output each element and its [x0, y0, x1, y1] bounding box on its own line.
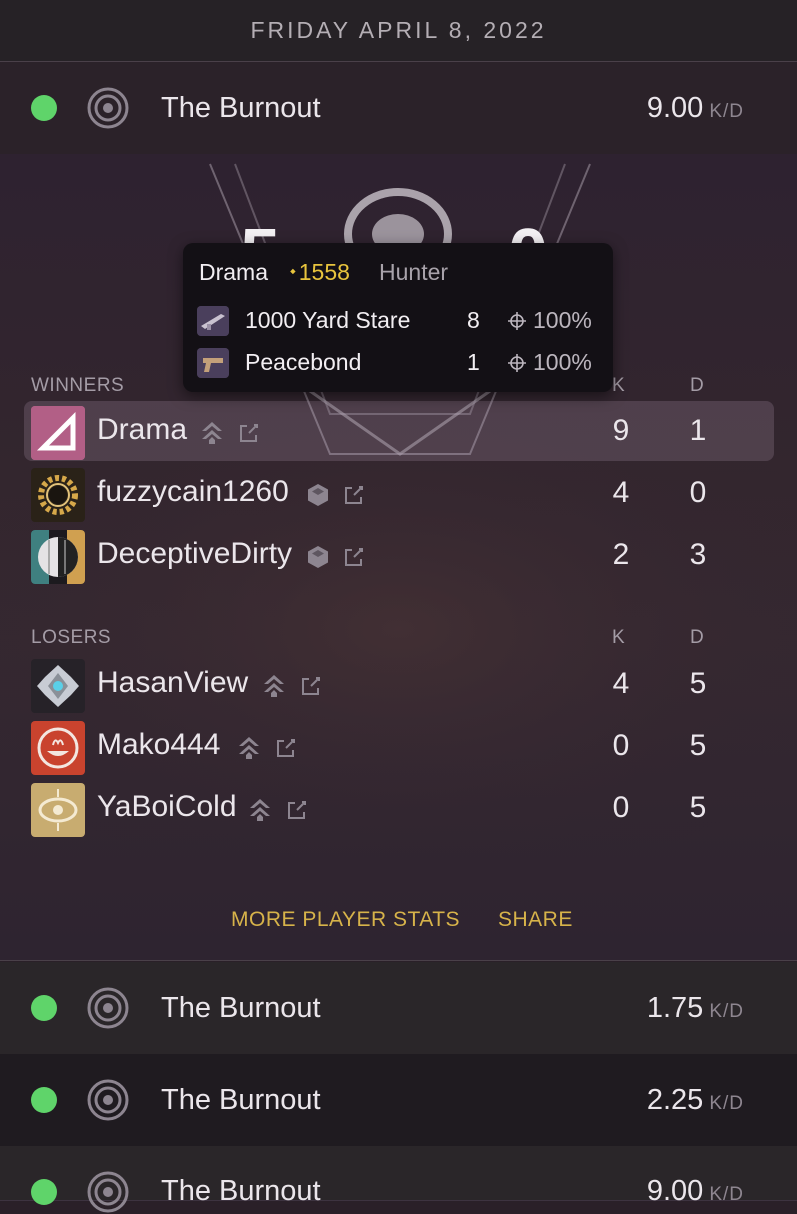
- deaths-column-header: D: [690, 375, 704, 396]
- map-name: The Burnout: [161, 1083, 321, 1116]
- player-emblem: [31, 659, 85, 713]
- kills-column-header: K: [612, 627, 625, 648]
- player-emblem: [31, 406, 85, 460]
- activity-row[interactable]: The Burnout 9.00 K/D: [0, 62, 797, 155]
- player-deaths: 5: [689, 667, 707, 700]
- map-name: The Burnout: [161, 1175, 321, 1207]
- winners-label: WINNERS: [31, 375, 125, 396]
- weapon-icon: [197, 348, 229, 378]
- hunter-class-icon: [250, 799, 270, 821]
- player-row-hasanview[interactable]: HasanView 4 5: [24, 654, 774, 714]
- player-name: Drama: [97, 413, 188, 446]
- crosshair-icon: [508, 353, 526, 372]
- more-player-stats-button[interactable]: MORE PLAYER STATS: [231, 908, 460, 932]
- player-kills: 4: [612, 476, 630, 509]
- external-link-icon[interactable]: [343, 484, 365, 506]
- player-kills: 9: [612, 414, 630, 447]
- player-name: DeceptiveDirty: [97, 537, 293, 570]
- date-text: FRIDAY APRIL 8, 2022: [250, 17, 547, 43]
- tooltip-class: Hunter: [379, 259, 449, 285]
- deaths-column-header: D: [690, 627, 704, 648]
- tooltip-player-name: Drama: [199, 259, 269, 285]
- player-row-yaboicold[interactable]: YaBoiCold 0 5: [24, 778, 774, 838]
- crosshair-icon: [508, 311, 526, 330]
- player-kills: 4: [612, 667, 630, 700]
- map-name: The Burnout: [161, 91, 321, 124]
- external-link-icon[interactable]: [238, 422, 260, 444]
- player-deaths: 5: [689, 729, 707, 762]
- player-row-drama[interactable]: Drama 9 1: [24, 401, 774, 461]
- light-icon: ⬩: [290, 263, 296, 280]
- crucible-mode-icon: [87, 1171, 129, 1213]
- activity-row[interactable]: The Burnout 9.00 K/D: [0, 1146, 797, 1213]
- share-button[interactable]: SHARE: [498, 908, 573, 932]
- player-emblem: [31, 530, 85, 584]
- player-deaths: 1: [689, 414, 707, 447]
- external-link-icon[interactable]: [286, 799, 308, 821]
- player-kills: 0: [612, 791, 630, 824]
- date-header: FRIDAY APRIL 8, 2022: [0, 0, 797, 62]
- status-dot: [31, 95, 57, 121]
- player-row-mako444[interactable]: Mako444 0 5: [24, 716, 774, 776]
- player-row-deceptivedirty[interactable]: DeceptiveDirty 2 3: [24, 525, 774, 585]
- tooltip-weapon-row: Peacebond 1 100%: [197, 347, 602, 379]
- status-dot: [31, 1179, 57, 1205]
- hunter-class-icon: [239, 737, 259, 759]
- weapon-name: Peacebond: [245, 349, 362, 375]
- crucible-mode-icon: [87, 87, 129, 129]
- external-link-icon[interactable]: [275, 737, 297, 759]
- external-link-icon[interactable]: [343, 546, 365, 568]
- player-tooltip: Drama ⬩ 1558 Hunter 1000 Yard Stare 8 100…: [183, 243, 613, 392]
- player-name: YaBoiCold: [97, 790, 237, 823]
- crucible-mode-icon: [87, 1079, 129, 1121]
- hunter-class-icon: [264, 675, 284, 697]
- status-dot: [31, 1087, 57, 1113]
- hunter-class-icon: [202, 422, 222, 444]
- map-name: The Burnout: [161, 991, 321, 1024]
- kills-column-header: K: [612, 375, 625, 396]
- activity-row[interactable]: The Burnout 2.25 K/D: [0, 1054, 797, 1147]
- tooltip-weapon-row: 1000 Yard Stare 8 100%: [197, 305, 602, 337]
- player-emblem: [31, 721, 85, 775]
- player-row-fuzzycain1260[interactable]: fuzzycain1260 4 0: [24, 463, 774, 523]
- kd-value: 1.75 K/D: [646, 991, 744, 1024]
- player-emblem: [31, 783, 85, 837]
- activity-row[interactable]: The Burnout 1.75 K/D: [0, 962, 797, 1055]
- player-emblem: [31, 468, 85, 522]
- kd-value: 9.00 K/D: [646, 1175, 744, 1207]
- player-deaths: 5: [689, 791, 707, 824]
- player-name: Mako444: [97, 728, 221, 761]
- player-name: HasanView: [97, 666, 249, 699]
- crucible-mode-icon: [87, 987, 129, 1029]
- weapon-accuracy: 100%: [507, 307, 592, 334]
- kd-value: 2.25 K/D: [646, 1083, 744, 1116]
- tooltip-light-level: ⬩ 1558: [290, 259, 350, 285]
- player-kills: 2: [612, 538, 630, 571]
- player-kills: 0: [612, 729, 630, 762]
- player-name: fuzzycain1260: [97, 475, 289, 508]
- weapon-accuracy: 100%: [507, 349, 592, 376]
- steam-icon: [308, 546, 328, 568]
- external-link-icon[interactable]: [300, 675, 322, 697]
- player-deaths: 3: [689, 538, 707, 571]
- player-deaths: 0: [689, 476, 707, 509]
- weapon-name: 1000 Yard Stare: [245, 307, 411, 333]
- steam-icon: [308, 484, 328, 506]
- weapon-icon: [197, 306, 229, 336]
- weapon-kills: 8: [467, 307, 480, 333]
- losers-label: LOSERS: [31, 627, 112, 648]
- weapon-kills: 1: [467, 349, 480, 375]
- kd-value: 9.00 K/D: [646, 91, 744, 124]
- status-dot: [31, 995, 57, 1021]
